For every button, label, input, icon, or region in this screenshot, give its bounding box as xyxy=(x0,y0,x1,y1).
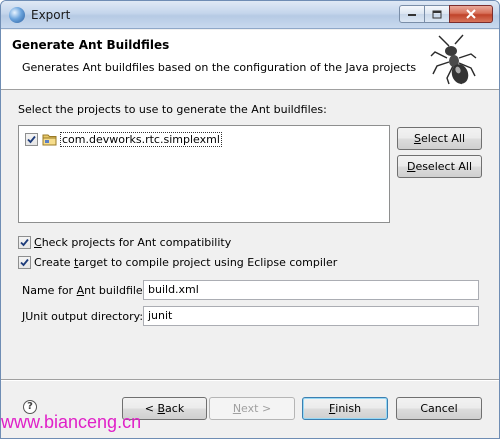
next-mnemonic: N xyxy=(232,402,242,415)
ant-icon xyxy=(430,34,477,85)
close-button[interactable] xyxy=(449,5,493,23)
list-item[interactable]: com.devworks.rtc.simplexml xyxy=(25,131,222,147)
junit-label: JUnit output directory: xyxy=(22,310,143,323)
minimize-button[interactable] xyxy=(399,5,425,23)
buildfile-input[interactable]: build.xml xyxy=(143,280,479,300)
page-title: Generate Ant Buildfiles xyxy=(12,38,170,52)
buildfile-label: Name for Ant buildfile: xyxy=(22,284,146,297)
close-icon xyxy=(466,9,476,19)
create-target-option[interactable]: Create target to compile project using E… xyxy=(18,256,337,269)
junit-input[interactable]: junit xyxy=(143,306,479,326)
title-bar: Export xyxy=(1,1,499,29)
deselect-all-mnemonic: D xyxy=(406,160,416,173)
maximize-button[interactable] xyxy=(424,5,450,23)
create-target-checkbox[interactable] xyxy=(18,256,31,269)
checkmark-icon xyxy=(20,238,29,247)
project-name: com.devworks.rtc.simplexml xyxy=(60,131,222,147)
projects-label: Select the projects to use to generate t… xyxy=(18,103,327,116)
buildfile-label-pre: Name for xyxy=(22,284,77,297)
check-compat-mnemonic: C xyxy=(34,236,42,249)
maximize-icon xyxy=(432,10,442,18)
back-label: ack xyxy=(165,402,185,415)
select-all-label: elect All xyxy=(420,132,466,145)
cancel-button[interactable]: Cancel xyxy=(396,397,482,420)
minimize-icon xyxy=(408,14,416,16)
eclipse-icon xyxy=(9,7,25,23)
select-all-button[interactable]: Select All xyxy=(397,127,482,150)
back-mnemonic: B xyxy=(157,402,166,415)
export-dialog: Export Generate Ant Buildfiles Generates… xyxy=(0,0,500,439)
checkmark-icon xyxy=(20,258,29,267)
junit-label-text: Unit output directory: xyxy=(25,310,144,323)
create-target-label: Create target to compile project using E… xyxy=(34,256,337,269)
deselect-all-label: eselect All xyxy=(415,160,473,173)
header-banner: Generate Ant Buildfiles Generates Ant bu… xyxy=(1,30,499,90)
project-checkbox[interactable] xyxy=(25,132,38,146)
checkmark-icon xyxy=(27,135,36,143)
buildfile-label-text: nt buildfile: xyxy=(84,284,147,297)
create-target-text: arget to compile project using Eclipse c… xyxy=(78,256,338,269)
next-button[interactable]: Next > xyxy=(209,397,295,420)
caption-buttons xyxy=(399,5,493,23)
buildfile-label-mnemonic: A xyxy=(76,284,85,297)
select-all-mnemonic: S xyxy=(413,132,421,145)
create-target-pre: Create xyxy=(34,256,75,269)
check-compat-option[interactable]: Check projects for Ant compatibility xyxy=(18,236,231,249)
finish-label: inish xyxy=(335,402,362,415)
back-prefix: < xyxy=(144,402,158,415)
check-compat-checkbox[interactable] xyxy=(18,236,31,249)
next-label: ext > xyxy=(241,402,272,415)
check-compat-text: heck projects for Ant compatibility xyxy=(41,236,232,249)
page-description: Generates Ant buildfiles based on the co… xyxy=(22,61,417,74)
window-title: Export xyxy=(31,8,71,22)
deselect-all-button[interactable]: Deselect All xyxy=(397,155,482,178)
project-list[interactable]: com.devworks.rtc.simplexml xyxy=(18,125,390,223)
button-bar-separator xyxy=(1,379,499,381)
finish-button[interactable]: Finish xyxy=(302,397,388,420)
project-folder-icon xyxy=(42,134,57,145)
watermark-text: www.bianceng.cn xyxy=(1,412,142,432)
check-compat-label: Check projects for Ant compatibility xyxy=(34,236,231,249)
